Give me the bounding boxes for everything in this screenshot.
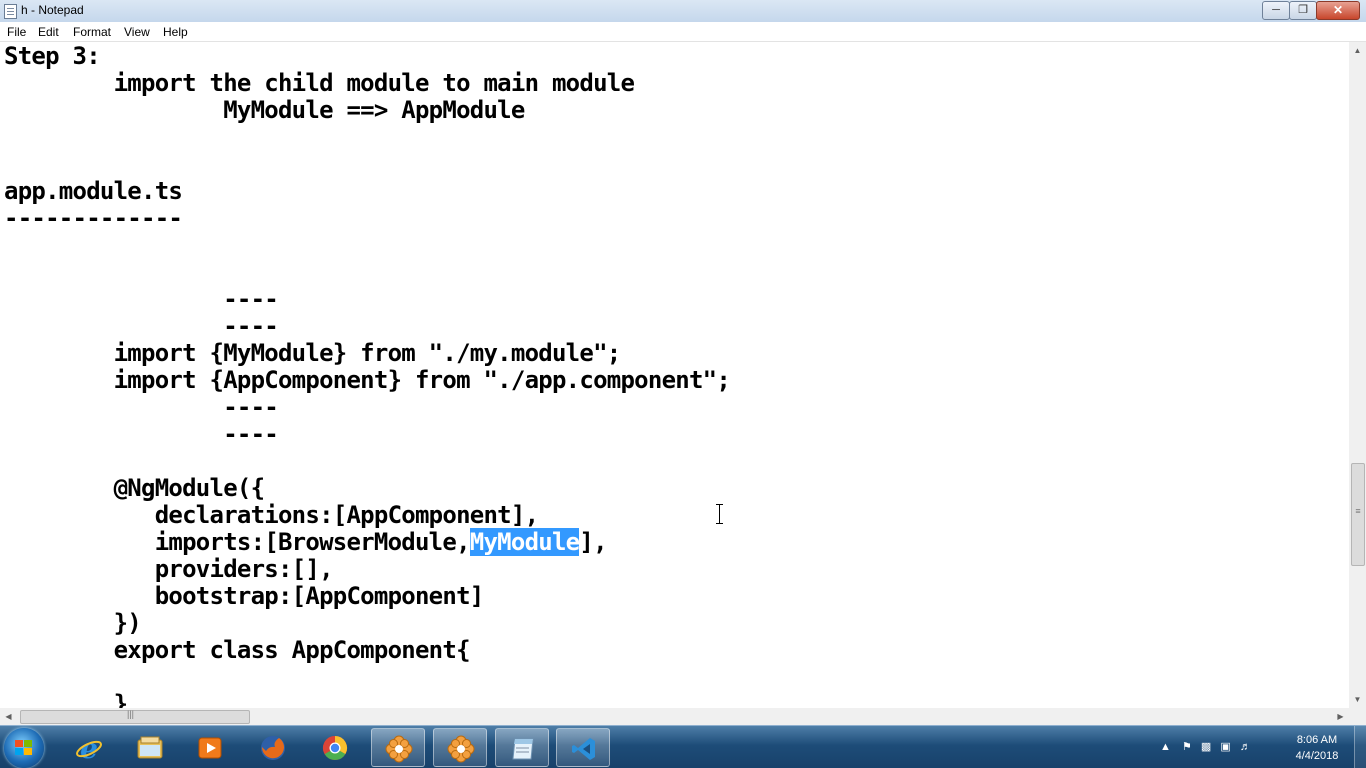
grip-icon: ||| [127, 709, 135, 719]
menu-edit[interactable]: Edit [38, 25, 59, 39]
minimize-icon: ─ [1272, 4, 1280, 16]
taskbar-internet-explorer[interactable]: e [62, 728, 116, 767]
taskbar-vscode[interactable] [556, 728, 610, 767]
close-button[interactable]: ✕ [1316, 1, 1360, 20]
menu-format[interactable]: Format [73, 25, 111, 39]
scroll-down-arrow-icon[interactable]: ▼ [1349, 691, 1366, 708]
horizontal-scroll-thumb[interactable]: ||| [20, 709, 250, 724]
menu-bar: File Edit Format View Help [0, 22, 1366, 42]
taskbar-notepad[interactable] [495, 728, 549, 767]
menu-file[interactable]: File [7, 25, 26, 39]
clock-date: 4/4/2018 [1295, 750, 1339, 762]
windows-logo-icon [15, 740, 33, 756]
minimize-button[interactable]: ─ [1262, 1, 1290, 20]
menu-help[interactable]: Help [163, 25, 188, 39]
taskbar: e ▲ ⚑ ▩ ▣ ♬ 8:06 AM 4/4/2018 [0, 725, 1366, 768]
menu-view[interactable]: View [124, 25, 150, 39]
window-controls: ─ ❐ ✕ [1262, 1, 1360, 20]
taskbar-app-2[interactable] [433, 728, 487, 767]
windows-explorer-icon [137, 736, 163, 759]
scrollbar-corner [1349, 708, 1366, 725]
grip-icon: ≡ [1355, 506, 1361, 516]
volume-icon[interactable]: ♬ [1240, 741, 1251, 753]
horizontal-scrollbar[interactable]: ◀ ||| ▶ [0, 708, 1349, 725]
clock-time: 8:06 AM [1296, 734, 1338, 746]
vertical-scrollbar[interactable]: ▲ ≡ ▼ [1349, 42, 1366, 708]
taskbar-app-1[interactable] [371, 728, 425, 767]
app-flower-icon-2 [447, 735, 475, 763]
taskbar-chrome[interactable] [308, 728, 362, 767]
show-desktop-button[interactable] [1354, 726, 1366, 768]
internet-explorer-icon: e [76, 734, 102, 762]
firefox-icon [261, 736, 285, 760]
flag-icon[interactable]: ⚑ [1182, 741, 1192, 753]
taskbar-windows-explorer[interactable] [123, 728, 177, 767]
system-clock[interactable]: 8:06 AM 4/4/2018 [1282, 732, 1352, 764]
window-title: h - Notepad [21, 3, 84, 17]
system-tray: ▲ ⚑ ▩ ▣ ♬ [1160, 740, 1251, 753]
notepad-app-icon[interactable] [4, 4, 17, 19]
taskbar-firefox[interactable] [246, 728, 300, 767]
ibeam-cursor-icon [716, 504, 724, 524]
taskbar-media-player[interactable] [183, 728, 237, 767]
svg-text:e: e [80, 734, 98, 762]
start-button[interactable] [4, 728, 44, 768]
media-player-icon [198, 737, 222, 759]
network-icon[interactable]: ▣ [1220, 741, 1230, 753]
restore-icon: ❐ [1298, 4, 1308, 16]
text-editor-area[interactable]: Step 3: import the child module to main … [0, 42, 1349, 708]
scroll-left-arrow-icon[interactable]: ◀ [0, 708, 17, 725]
document-text[interactable]: Step 3: import the child module to main … [4, 42, 731, 709]
chrome-icon [322, 736, 348, 761]
document-text-before: Step 3: import the child module to main … [4, 42, 731, 556]
close-icon: ✕ [1332, 3, 1344, 17]
notepad-icon [512, 738, 534, 760]
vertical-scroll-thumb[interactable]: ≡ [1351, 463, 1365, 566]
scroll-right-arrow-icon[interactable]: ▶ [1332, 708, 1349, 725]
device-icon[interactable]: ▩ [1201, 741, 1211, 753]
show-hidden-icons-icon[interactable]: ▲ [1160, 741, 1171, 753]
vscode-icon [572, 738, 595, 760]
restore-button[interactable]: ❐ [1289, 1, 1317, 20]
title-bar: h - Notepad ─ ❐ ✕ [0, 0, 1366, 22]
selected-text: MyModule [469, 528, 580, 556]
scroll-up-arrow-icon[interactable]: ▲ [1349, 42, 1366, 59]
app-flower-icon-1 [385, 735, 413, 763]
